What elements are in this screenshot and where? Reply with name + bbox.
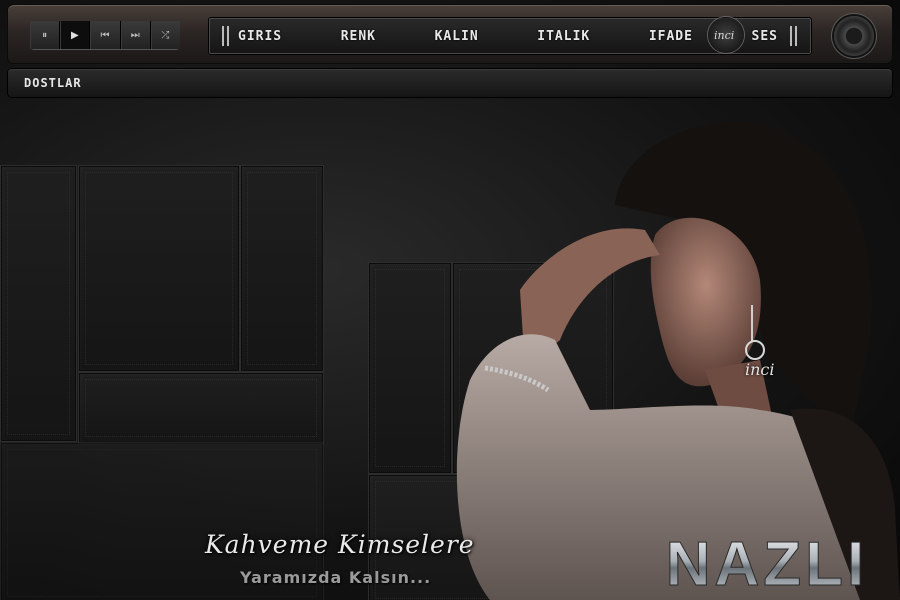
playback-controls: ⏸ ▶ ⏮ ⏭ ⤮ [30, 21, 181, 49]
poem-line-2: Yaramızda Kalsın... [240, 568, 432, 587]
friends-bar: DOSTLAR [8, 69, 892, 97]
bg-panel [0, 165, 77, 442]
previous-button[interactable]: ⏮ [90, 21, 121, 49]
pause-button[interactable]: ⏸ [30, 21, 61, 49]
main-menu: GIRIS RENK KALIN ITALIK IFADE SES inci [208, 17, 812, 55]
shuffle-button[interactable]: ⤮ [150, 21, 181, 49]
menu-item-ifade[interactable]: IFADE [649, 29, 693, 44]
friends-tab[interactable]: DOSTLAR [24, 76, 82, 90]
pause-icon: ⏸ [42, 29, 48, 41]
grip-handle-right-icon [790, 26, 798, 46]
bg-panel [240, 165, 324, 372]
bg-panel [78, 165, 240, 372]
player-bar: ⏸ ▶ ⏮ ⏭ ⤮ GIRIS RENK KALIN ITALIK IFADE … [8, 5, 892, 63]
radio-player-page: inci ⏸ ▶ ⏮ ⏭ ⤮ GIRIS RENK KALIN ITALIK I… [0, 0, 900, 600]
woman-portrait-image [456, 121, 900, 600]
next-icon: ⏭ [130, 29, 140, 41]
menu-item-kalin[interactable]: KALIN [435, 29, 479, 44]
volume-knob[interactable] [834, 16, 874, 56]
watermark-text: inci [745, 360, 775, 379]
menu-item-giris[interactable]: GIRIS [238, 29, 282, 44]
seal-text: inci [714, 29, 735, 42]
nazli-logo: NAZLI [665, 530, 869, 595]
menu-item-italik[interactable]: ITALIK [537, 29, 590, 44]
menu-item-ses[interactable]: SES [752, 29, 778, 44]
play-button[interactable]: ▶ [60, 21, 91, 49]
play-icon: ▶ [70, 29, 79, 41]
previous-icon: ⏮ [100, 29, 110, 41]
menu-items: GIRIS RENK KALIN ITALIK IFADE SES [238, 17, 778, 55]
poem-line-1: Kahvemе Kimselere [205, 530, 475, 559]
bg-panel [78, 372, 324, 444]
next-button[interactable]: ⏭ [120, 21, 151, 49]
logo-text: NAZLI [666, 530, 869, 594]
grip-handle-left-icon [222, 26, 230, 46]
menu-item-renk[interactable]: RENK [341, 29, 376, 44]
shuffle-icon: ⤮ [161, 29, 170, 41]
